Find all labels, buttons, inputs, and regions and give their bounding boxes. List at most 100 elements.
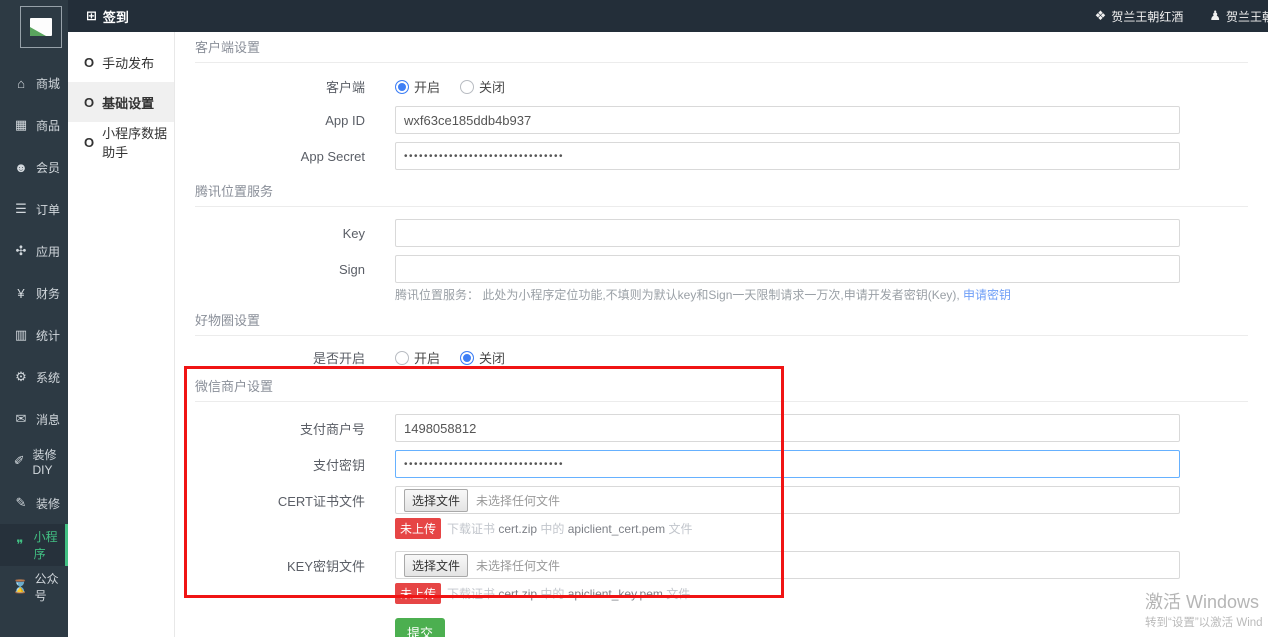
cert-help-text: 下载证书 cert.zip 中的 apiclient_cert.pem 文件 xyxy=(447,520,692,537)
calendar-icon: ⊞ xyxy=(86,8,97,24)
cart-icon: ☰ xyxy=(12,201,30,217)
circle-bullet-icon: O xyxy=(84,55,94,70)
app-id-label: App ID xyxy=(195,113,365,128)
box-icon: ▦ xyxy=(12,117,30,133)
key-not-uploaded-badge: 未上传 xyxy=(395,583,441,604)
app-shell: ⌂ 商城 ▦ 商品 ☻ 会员 ☰ 订单 ✣ 应用 ¥ 财务 ▥ 统计 ⚙ 系统 xyxy=(0,0,1268,637)
watermark-line1: 激活 Windows xyxy=(1145,588,1263,614)
client-off-radio[interactable]: 关闭 xyxy=(460,77,505,96)
haowuquan-off-radio[interactable]: 关闭 xyxy=(460,348,505,367)
sidebar-item-members[interactable]: ☻ 会员 xyxy=(0,146,68,188)
section-title-merchant: 微信商户设置 xyxy=(195,379,1248,402)
main-sidebar: ⌂ 商城 ▦ 商品 ☻ 会员 ☰ 订单 ✣ 应用 ¥ 财务 ▥ 统计 ⚙ 系统 xyxy=(0,0,68,637)
sidebar-item-orders[interactable]: ☰ 订单 xyxy=(0,188,68,230)
users-icon: ☻ xyxy=(12,160,30,175)
hourglass-icon: ⌛ xyxy=(12,579,29,595)
page-title-text: 签到 xyxy=(103,7,129,26)
key-help-prefix: 下载证书 xyxy=(447,587,498,601)
radio-checked-icon xyxy=(460,351,474,365)
apply-key-link[interactable]: 申请密钥 xyxy=(963,288,1011,302)
app-secret-row: App Secret xyxy=(195,142,1268,170)
yen-icon: ¥ xyxy=(12,286,30,301)
submenu-item-manual-publish[interactable]: O 手动发布 xyxy=(68,42,174,82)
sidebar-item-miniprogram[interactable]: ❞ 小程序 xyxy=(0,524,68,566)
sidebar-item-label: 商品 xyxy=(36,117,60,134)
workspace: O 手动发布 O 基础设置 O 小程序数据助手 客户端设置 客户端 xyxy=(68,32,1268,637)
haowuquan-radio-group: 开启 关闭 xyxy=(395,348,505,367)
client-on-radio[interactable]: 开启 xyxy=(395,77,440,96)
sidebar-item-label: 商城 xyxy=(36,75,60,92)
section-title-client: 客户端设置 xyxy=(195,40,1248,63)
location-key-row: Key xyxy=(195,219,1268,247)
sidebar-item-statistics[interactable]: ▥ 统计 xyxy=(0,314,68,356)
section-title-location: 腾讯位置服务 xyxy=(195,184,1248,207)
haowuquan-enable-row: 是否开启 开启 关闭 xyxy=(195,348,1268,367)
key-choose-file-button[interactable]: 选择文件 xyxy=(404,554,468,577)
cert-choose-file-button[interactable]: 选择文件 xyxy=(404,489,468,512)
sidebar-item-messages[interactable]: ✉ 消息 xyxy=(0,398,68,440)
location-key-input[interactable] xyxy=(395,219,1180,247)
sidebar-item-official-account[interactable]: ⌛ 公众号 xyxy=(0,566,68,608)
app-id-row: App ID xyxy=(195,106,1268,134)
sidebar-item-decorate-diy[interactable]: ✐ 装修DIY xyxy=(0,440,68,482)
key-zip-name: cert.zip xyxy=(498,587,537,601)
sidebar-item-mall[interactable]: ⌂ 商城 xyxy=(0,62,68,104)
location-help-body: 腾讯位置服务： 此处为小程序定位功能,不填则为默认key和Sign一天限制请求一… xyxy=(395,288,960,302)
app-logo[interactable] xyxy=(20,6,62,48)
sidebar-item-label: 装修DIY xyxy=(33,446,68,477)
radio-off-label: 关闭 xyxy=(479,77,505,96)
pay-key-row: 支付密钥 xyxy=(195,450,1268,478)
section-title-haowuquan: 好物圈设置 xyxy=(195,313,1248,336)
cert-no-file-text: 未选择任何文件 xyxy=(476,492,560,509)
sidebar-item-system[interactable]: ⚙ 系统 xyxy=(0,356,68,398)
sidebar-item-apps[interactable]: ✣ 应用 xyxy=(0,230,68,272)
user-menu[interactable]: ♟ 贺兰王朝红酒 xyxy=(1209,8,1268,25)
location-sign-input[interactable] xyxy=(395,255,1180,283)
submit-button[interactable]: 提交 xyxy=(395,618,445,637)
circle-bullet-icon: O xyxy=(84,95,94,110)
cert-file-row: CERT证书文件 选择文件 未选择任何文件 xyxy=(195,486,1268,514)
app-id-input[interactable] xyxy=(395,106,1180,134)
key-help-text: 下载证书 cert.zip 中的 apiclient_key.pem 文件 xyxy=(447,585,690,602)
speech-bubble-icon: ✉ xyxy=(12,411,30,427)
submenu-item-data-assistant[interactable]: O 小程序数据助手 xyxy=(68,122,174,162)
key-upload-status-row: 未上传 下载证书 cert.zip 中的 apiclient_key.pem 文… xyxy=(395,583,1268,604)
key-file-input[interactable]: 选择文件 未选择任何文件 xyxy=(395,551,1180,579)
pen-icon: ✎ xyxy=(12,495,30,511)
key-file-row: KEY密钥文件 选择文件 未选择任何文件 xyxy=(195,551,1268,579)
grid-icon: ❖ xyxy=(1095,8,1107,24)
user-name: 贺兰王朝红酒 xyxy=(1226,8,1268,25)
app-secret-label: App Secret xyxy=(195,149,365,164)
settings-form: 客户端设置 客户端 开启 关闭 App xyxy=(175,32,1268,637)
radio-unchecked-icon xyxy=(460,80,474,94)
sidebar-item-decorate[interactable]: ✎ 装修 xyxy=(0,482,68,524)
sidebar-item-finance[interactable]: ¥ 财务 xyxy=(0,272,68,314)
submenu-item-basic-settings[interactable]: O 基础设置 xyxy=(68,82,174,122)
sidebar-item-label: 装修 xyxy=(36,495,60,512)
page-title: ⊞ 签到 xyxy=(86,7,129,26)
sidebar-item-label: 应用 xyxy=(36,243,60,260)
sidebar-item-label: 财务 xyxy=(36,285,60,302)
sidebar-item-goods[interactable]: ▦ 商品 xyxy=(0,104,68,146)
submenu-item-label: 手动发布 xyxy=(102,53,154,72)
cert-file-input[interactable]: 选择文件 未选择任何文件 xyxy=(395,486,1180,514)
key-help-suffix: 文件 xyxy=(663,587,690,601)
pay-key-label: 支付密钥 xyxy=(195,455,365,474)
app-secret-input[interactable] xyxy=(395,142,1180,170)
key-help-mid: 中的 xyxy=(537,587,568,601)
sidebar-item-label: 小程序 xyxy=(34,528,65,562)
wechat-icon: ❞ xyxy=(12,537,28,553)
radio-off-label: 关闭 xyxy=(479,348,505,367)
pay-key-input[interactable] xyxy=(395,450,1180,478)
shop-menu[interactable]: ❖ 贺兰王朝红酒 xyxy=(1095,8,1184,25)
mch-id-input[interactable] xyxy=(395,414,1180,442)
submenu: O 手动发布 O 基础设置 O 小程序数据助手 xyxy=(68,32,175,637)
haowuquan-on-radio[interactable]: 开启 xyxy=(395,348,440,367)
brush-icon: ✐ xyxy=(12,453,27,469)
windows-activation-watermark: 激活 Windows 转到“设置”以激活 Wind xyxy=(1145,588,1263,630)
shop-name: 贺兰王朝红酒 xyxy=(1111,8,1183,25)
cert-not-uploaded-badge: 未上传 xyxy=(395,518,441,539)
user-icon: ♟ xyxy=(1209,8,1221,24)
location-key-label: Key xyxy=(195,226,365,241)
radio-on-label: 开启 xyxy=(414,348,440,367)
